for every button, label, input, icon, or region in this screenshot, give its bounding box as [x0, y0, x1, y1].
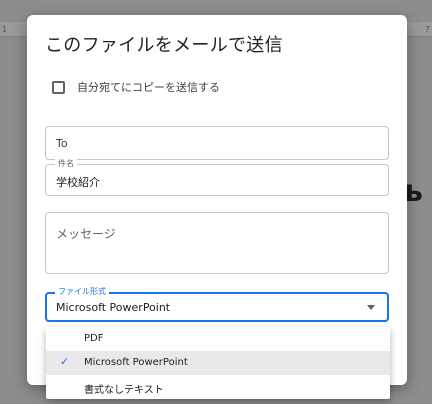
self-copy-checkbox[interactable] [52, 80, 65, 94]
ruler-number-right: 7 [424, 25, 430, 34]
menu-item-label: PDF [84, 333, 104, 344]
menu-item-pdf[interactable]: PDF [46, 327, 390, 351]
menu-item-powerpoint[interactable]: ✓ Microsoft PowerPoint [46, 351, 390, 375]
subject-value: 学校紹介 [56, 176, 100, 189]
file-format-select[interactable]: ファイル形式 Microsoft PowerPoint [45, 287, 389, 322]
ruler-number-left: 1 [2, 25, 8, 34]
file-format-value: Microsoft PowerPoint [56, 301, 171, 314]
message-field[interactable]: メッセージ [45, 212, 389, 274]
self-copy-label: 自分宛てにコピーを送信する [77, 81, 220, 94]
menu-item-label: Microsoft PowerPoint [84, 357, 188, 368]
menu-item-label: 書式なしテキスト [84, 385, 164, 396]
menu-item-plain-text[interactable]: 書式なしテキスト [46, 375, 390, 399]
dropdown-arrow-icon[interactable] [367, 305, 375, 310]
dialog-title: このファイルをメールで送信 [45, 35, 283, 56]
subject-field[interactable]: 件名 学校紹介 [45, 159, 389, 196]
to-field[interactable]: To [45, 126, 389, 160]
file-format-menu: PDF ✓ Microsoft PowerPoint 書式なしテキスト [46, 327, 390, 399]
subject-label: 件名 [55, 159, 77, 169]
check-icon: ✓ [60, 355, 70, 368]
to-placeholder: To [56, 137, 68, 150]
file-format-label: ファイル形式 [55, 287, 109, 297]
self-copy-option[interactable]: 自分宛てにコピーを送信する [52, 78, 220, 96]
message-placeholder: メッセージ [56, 227, 116, 241]
